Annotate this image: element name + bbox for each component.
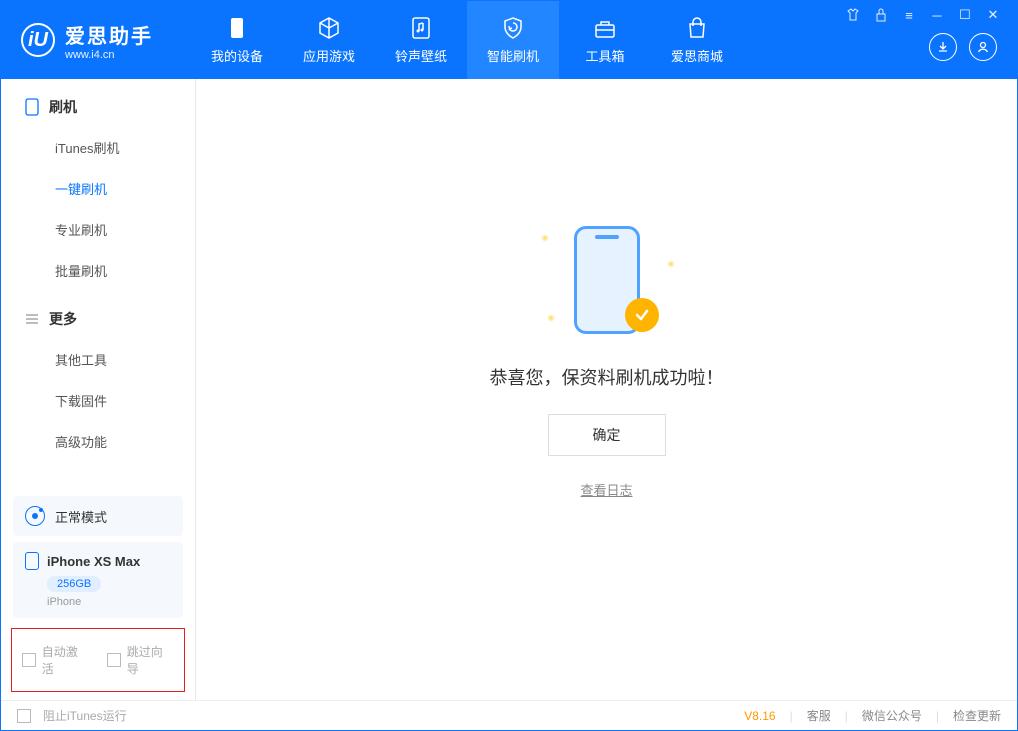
mode-card[interactable]: 正常模式 [13,496,183,536]
sidebar-section-flash: 刷机 [1,79,195,127]
version-label: V8.16 [744,709,775,723]
sidebar-item-batch-flash[interactable]: 批量刷机 [1,250,195,291]
app-title: 爱思助手 [65,20,153,49]
section-title-text: 更多 [49,309,77,329]
checkbox-auto-activate[interactable]: 自动激活 [22,643,89,677]
footer-bar: 阻止iTunes运行 V8.16 | 客服 | 微信公众号 | 检查更新 [1,700,1017,730]
tab-ringtone-wallpaper[interactable]: 铃声壁纸 [375,1,467,79]
tab-apps-games[interactable]: 应用游戏 [283,1,375,79]
section-title-text: 刷机 [49,97,77,117]
success-message: 恭喜您，保资料刷机成功啦！ [490,364,724,390]
tab-label: 铃声壁纸 [395,46,447,65]
checkbox-icon [22,653,36,667]
checkmark-badge-icon [625,298,659,332]
tab-label: 应用游戏 [303,46,355,65]
checkbox-skip-guide[interactable]: 跳过向导 [107,643,174,677]
mode-label: 正常模式 [55,507,107,526]
sidebar-item-advanced[interactable]: 高级功能 [1,421,195,462]
checkbox-label: 自动激活 [42,643,89,677]
footer-link-update[interactable]: 检查更新 [953,707,1001,724]
tab-label: 我的设备 [211,46,263,65]
app-subtitle: www.i4.cn [65,49,153,61]
download-button[interactable] [929,33,957,61]
options-highlight-box: 自动激活 跳过向导 [11,628,185,692]
sidebar-item-download-firmware[interactable]: 下载固件 [1,380,195,421]
checkbox-label: 阻止iTunes运行 [43,707,127,724]
menu-icon[interactable]: ≡ [901,7,917,23]
tab-smart-flash[interactable]: 智能刷机 [467,1,559,79]
separator: | [845,709,848,723]
sidebar: 刷机 iTunes刷机 一键刷机 专业刷机 批量刷机 更多 其他工具 下载固件 … [1,79,196,700]
sidebar-item-itunes-flash[interactable]: iTunes刷机 [1,127,195,168]
checkbox-icon [107,653,121,667]
header-bar: iU 爱思助手 www.i4.cn 我的设备 应用游戏 铃声壁纸 智能刷机 工具… [1,1,1017,79]
toolbox-icon [593,16,617,40]
logo[interactable]: iU 爱思助手 www.i4.cn [1,1,191,79]
main-tabs: 我的设备 应用游戏 铃声壁纸 智能刷机 工具箱 爱思商城 [191,1,743,79]
logo-icon: iU [21,23,55,57]
window-controls: ≡ ─ ☐ ✕ [845,1,1005,23]
mode-icon [25,506,45,526]
sidebar-item-other-tools[interactable]: 其他工具 [1,339,195,380]
device-icon [25,552,39,570]
minimize-button[interactable]: ─ [929,7,945,23]
bag-icon [685,16,709,40]
user-button[interactable] [969,33,997,61]
separator: | [936,709,939,723]
device-icon [225,16,249,40]
tab-my-device[interactable]: 我的设备 [191,1,283,79]
shirt-icon[interactable] [845,7,861,23]
separator: | [790,709,793,723]
view-log-link[interactable]: 查看日志 [580,480,632,499]
tab-label: 工具箱 [585,46,624,65]
success-illustration [537,220,677,340]
sidebar-item-pro-flash[interactable]: 专业刷机 [1,209,195,250]
footer-link-wechat[interactable]: 微信公众号 [862,707,922,724]
checkbox-block-itunes[interactable]: 阻止iTunes运行 [17,707,127,724]
main-content: 恭喜您，保资料刷机成功啦！ 确定 查看日志 [196,79,1017,700]
tab-label: 爱思商城 [671,46,723,65]
cube-icon [317,16,341,40]
phone-icon [25,98,39,116]
list-icon [25,312,39,326]
checkbox-icon [17,709,31,723]
tab-label: 智能刷机 [487,46,539,65]
shield-icon [501,16,525,40]
close-button[interactable]: ✕ [985,7,1001,23]
lock-icon[interactable] [873,7,889,23]
tab-toolbox[interactable]: 工具箱 [559,1,651,79]
ok-button[interactable]: 确定 [548,414,666,456]
device-name: iPhone XS Max [47,554,140,569]
device-type: iPhone [47,596,171,608]
device-card[interactable]: iPhone XS Max 256GB iPhone [13,542,183,618]
sidebar-item-oneclick-flash[interactable]: 一键刷机 [1,168,195,209]
tab-store[interactable]: 爱思商城 [651,1,743,79]
checkbox-label: 跳过向导 [127,643,174,677]
maximize-button[interactable]: ☐ [957,7,973,23]
footer-link-support[interactable]: 客服 [807,707,831,724]
sidebar-section-more: 更多 [1,291,195,339]
music-icon [409,16,433,40]
device-storage-badge: 256GB [47,576,101,592]
